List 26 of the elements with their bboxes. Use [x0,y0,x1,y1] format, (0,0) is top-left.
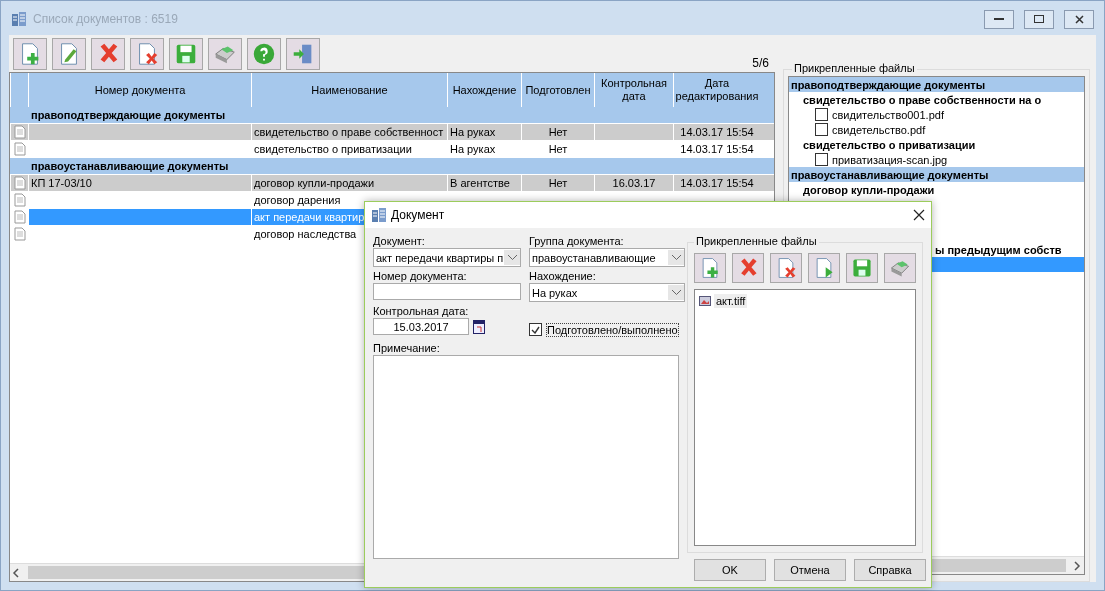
table-cell: Нет [521,141,594,157]
record-counter: 5/6 [752,56,769,70]
table-cell: 16.03.17 [594,175,673,191]
group-title: правоподтверждающие документы [30,108,226,123]
table-cell: договор купли-продажи [251,175,447,191]
field-label: Группа документа: [529,234,625,248]
table-cell: КП 17-03/10 [28,175,251,191]
table-cell: свидетельство о приватизации [251,141,447,157]
group-title: правоустанавливающие документы [30,159,229,174]
table-cell: Нет [521,124,594,140]
field-label: Нахождение: [529,269,597,283]
table-cell: 14.03.17 15:54 [673,175,760,191]
dialog-title: Документ [391,208,446,222]
table-cell: свидетельство о праве собственност [251,124,447,140]
field-label: Примечание: [373,341,441,355]
field-label: Контрольная дата: [373,304,470,318]
group-title: Прикрепленные файлы [792,62,917,74]
table-cell: 14.03.17 15:54 [673,141,760,157]
window-title: Список документов : 6519 [33,12,179,26]
field-label: Номер документа: [373,269,468,283]
table-cell: В агентстве [447,175,521,191]
table-cell: На руках [447,141,521,157]
table-cell: На руках [447,124,521,140]
table-cell: 14.03.17 15:54 [673,124,760,140]
table-cell: Нет [521,175,594,191]
group-title: Прикрепленные файлы [694,235,819,247]
